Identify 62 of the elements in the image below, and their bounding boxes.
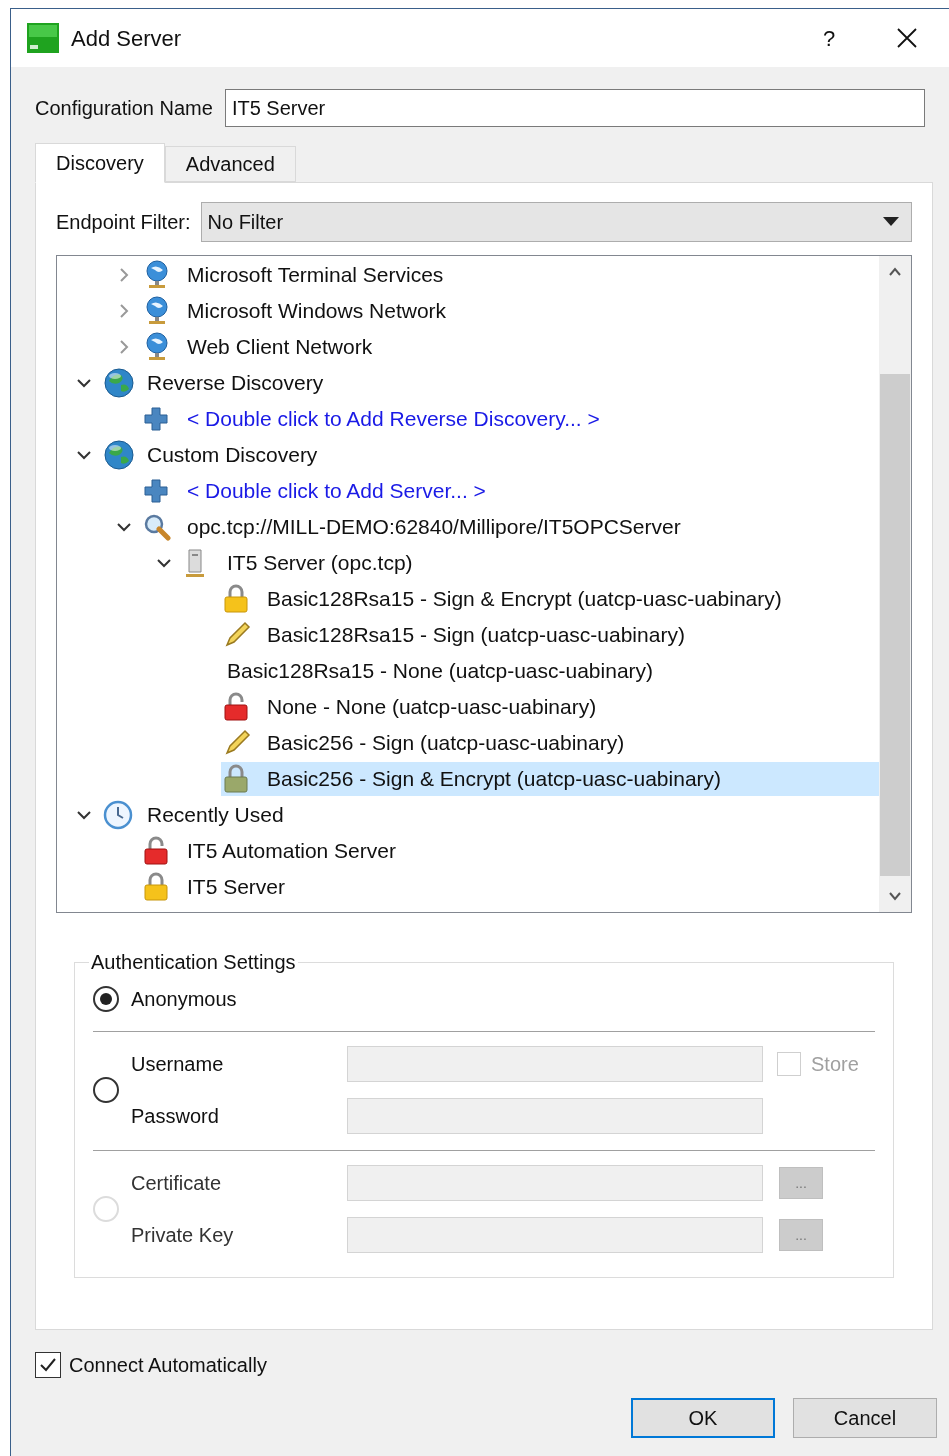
field-label: Password <box>131 1104 220 1129</box>
app-icon <box>27 23 59 53</box>
tree-item[interactable]: IT5 Server (opc.tcp) <box>181 546 879 580</box>
field-label: Certificate <box>131 1171 223 1196</box>
tree-item[interactable]: Basic256 - Sign & Encrypt (uatcp-uasc-uabinary) <box>221 762 879 796</box>
tree-item[interactable]: Basic128Rsa15 - Sign (uatcp-uasc-uabinary) <box>221 618 879 652</box>
server-icon <box>183 548 207 578</box>
padlock-icon <box>143 872 169 902</box>
pencil-icon <box>223 729 251 757</box>
padlock-icon <box>223 584 249 614</box>
tree-item[interactable]: Basic256 - Sign (uatcp-uasc-uabinary) <box>221 726 879 760</box>
scrollbar[interactable] <box>879 256 911 912</box>
checkbox-label: Store <box>811 1052 859 1077</box>
network-globe-icon <box>143 332 171 362</box>
close-icon <box>896 27 918 49</box>
tree-item[interactable]: Microsoft Terminal Services <box>141 258 879 292</box>
field-label: Private Key <box>131 1223 235 1248</box>
plus-icon <box>143 478 169 504</box>
network-globe-icon <box>143 260 171 290</box>
help-button[interactable]: ? <box>809 21 849 55</box>
search-icon <box>143 513 171 541</box>
globe-icon <box>103 439 135 471</box>
dropdown-arrow-icon <box>883 217 899 227</box>
tree-item[interactable]: None - None (uatcp-uasc-uabinary) <box>221 690 879 724</box>
padlock-icon <box>223 764 249 794</box>
radio-button[interactable] <box>93 986 119 1012</box>
tree-item[interactable]: IT5 Automation Server <box>141 834 879 868</box>
network-globe-icon <box>143 296 171 326</box>
tree-item[interactable]: Basic128Rsa15 - Sign & Encrypt (uatcp-uasc-uabinary) <box>221 582 879 616</box>
tree-item[interactable]: < Double click to Add Server... > <box>141 474 879 508</box>
field-label: Username <box>131 1052 225 1077</box>
checkmark-icon <box>39 1356 57 1374</box>
checkbox[interactable] <box>35 1352 61 1378</box>
configuration-name-field[interactable]: IT5 Server <box>224 89 925 127</box>
tree-item[interactable]: Reverse Discovery <box>101 366 879 400</box>
dialog-button[interactable]: Cancel <box>793 1398 937 1438</box>
tab[interactable]: Discovery <box>35 143 165 183</box>
group-title: Authentication Settings <box>90 950 297 975</box>
open-padlock-icon <box>143 836 169 866</box>
field-label: Endpoint Filter: <box>56 210 191 235</box>
tree-item[interactable]: IT5 Server <box>141 870 879 904</box>
tab[interactable]: Advanced <box>164 146 296 182</box>
radio-button[interactable] <box>93 1077 119 1103</box>
dialog-button[interactable]: OK <box>631 1398 775 1438</box>
pencil-icon <box>223 621 251 649</box>
tree-item[interactable]: opc.tcp://MILL-DEMO:62840/Millipore/IT5OPCServer <box>141 510 879 544</box>
tree-item[interactable]: Recently Used <box>101 798 879 832</box>
globe-icon <box>103 367 135 399</box>
open-padlock-icon <box>223 692 249 722</box>
endpoint-filter-dropdown[interactable]: No Filter <box>200 202 912 242</box>
window-title: Add Server <box>71 24 182 53</box>
field-label: Anonymous <box>131 987 237 1012</box>
plus-icon <box>143 406 169 432</box>
tree-item[interactable]: Web Client Network <box>141 330 879 364</box>
tree-item[interactable]: Basic128Rsa15 - None (uatcp-uasc-uabinary) <box>221 654 879 688</box>
tree-item[interactable]: Custom Discovery <box>101 438 879 472</box>
scrollbar-thumb[interactable] <box>880 374 910 876</box>
clock-icon <box>103 800 133 830</box>
checkbox-label: Connect Automatically <box>69 1353 267 1378</box>
tree-item[interactable]: < Double click to Add Reverse Discovery... > <box>141 402 879 436</box>
field-label: Configuration Name <box>35 96 213 121</box>
tree-item[interactable]: Microsoft Windows Network <box>141 294 879 328</box>
